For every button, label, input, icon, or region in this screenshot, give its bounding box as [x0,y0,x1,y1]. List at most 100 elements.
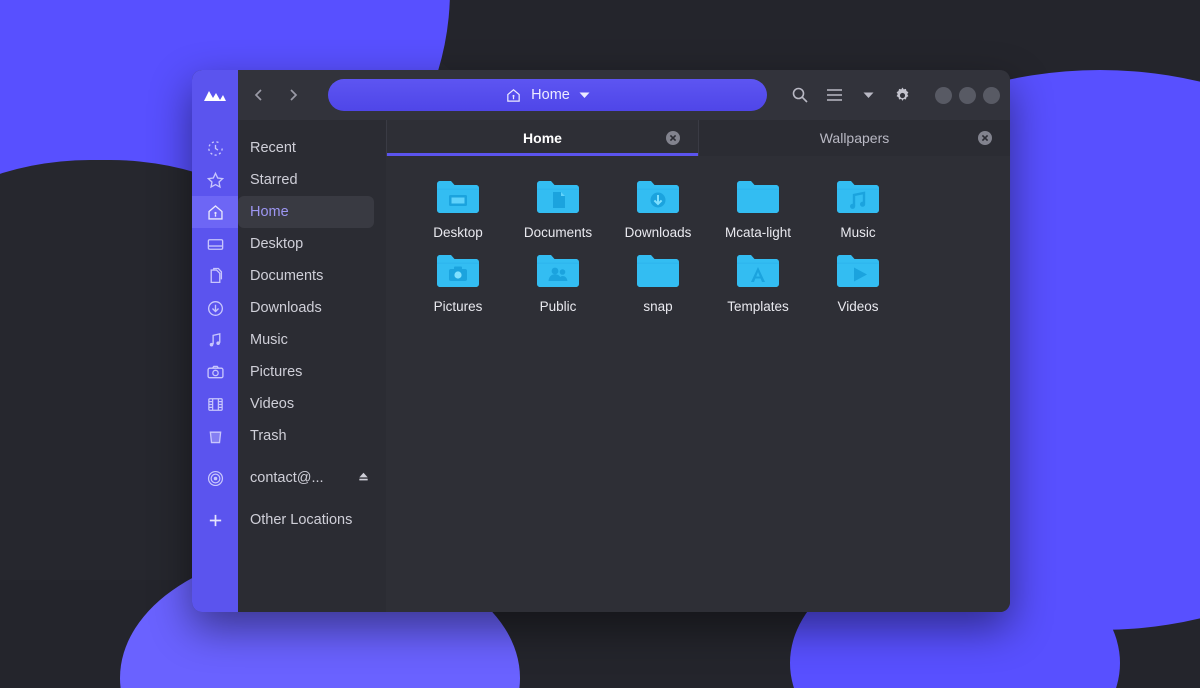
file-item[interactable]: snap [608,246,708,320]
view-options-button[interactable] [853,80,883,110]
file-item[interactable]: Downloads [608,172,708,246]
rail-item-starred[interactable] [192,164,238,196]
rail-item-trash[interactable] [192,420,238,452]
sidebar-item-trash[interactable]: Trash [238,420,386,452]
folder-icon [834,176,882,221]
file-name: Mcata-light [724,225,792,240]
rail-item-music[interactable] [192,324,238,356]
camera-icon [206,365,224,378]
sidebar-item-label: Pictures [250,364,303,380]
file-item[interactable]: Public [508,246,608,320]
sidebar-item-downloads[interactable]: Downloads [238,292,386,324]
file-item[interactable]: Templates [708,246,808,320]
minimize-button[interactable] [935,86,952,104]
app-logo [192,70,238,120]
window-controls [935,86,1000,104]
path-bar-label: Home [531,87,570,103]
folder-icon [734,176,782,221]
film-icon [207,397,223,411]
forward-button[interactable] [278,80,308,110]
tab-close-button[interactable] [978,131,992,145]
tab-home[interactable]: Home [386,120,698,156]
file-name: snap [643,299,673,314]
gear-icon [896,87,908,101]
rail-item-home[interactable] [192,196,238,228]
folder-icon [534,176,582,221]
sidebar-item-pictures[interactable]: Pictures [238,356,386,388]
back-button[interactable] [244,80,274,110]
file-name: Desktop [433,225,483,240]
settings-button[interactable] [887,80,917,110]
tab-label: Home [523,130,562,146]
icon-rail [192,120,238,612]
rail-item-desktop[interactable] [192,228,238,260]
folder-icon [434,176,482,221]
file-name: Public [539,299,577,314]
tab-bar: Home Wallpapers [386,120,1010,156]
home-icon [507,88,520,102]
file-item[interactable]: Pictures [408,246,508,320]
sidebar-item-label: contact@... [250,470,324,486]
music-note-icon [209,332,220,346]
maximize-button[interactable] [959,86,976,104]
folder-icon [634,176,682,221]
folder-icon [434,250,482,295]
eject-button[interactable] [357,470,370,487]
desktop-icon [207,238,223,250]
mountain-logo-icon [204,91,226,101]
sidebar-item-contact-mount[interactable]: contact@... [238,462,386,494]
rail-item-videos[interactable] [192,388,238,420]
sidebar-item-label: Trash [250,428,287,444]
sidebar-item-videos[interactable]: Videos [238,388,386,420]
rail-item-network[interactable] [192,462,238,494]
folder-icon [734,250,782,295]
recent-clock-icon [207,140,223,156]
chevron-down-icon [863,92,873,98]
folder-icon [534,250,582,295]
rail-item-recent[interactable] [192,132,238,164]
file-grid: Desktop Documents Downloads Mcata-light Musi… [386,156,1010,612]
rail-item-downloads[interactable] [192,292,238,324]
downloads-icon [207,300,223,316]
content-area: Home Wallpapers Desktop Documents Downlo… [386,120,1010,612]
hamburger-menu-icon [826,89,842,101]
rail-item-other-locations[interactable] [192,504,238,536]
sidebar-item-starred[interactable]: Starred [238,164,386,196]
titlebar-controls: Home [238,70,1010,120]
file-item[interactable]: Mcata-light [708,172,808,246]
sidebar-item-label: Desktop [250,236,304,252]
sidebar-item-desktop[interactable]: Desktop [238,228,386,260]
tab-wallpapers[interactable]: Wallpapers [698,120,1010,156]
titlebar: Home [192,70,1010,120]
sidebar-item-recent[interactable]: Recent [238,132,386,164]
view-list-button[interactable] [819,80,849,110]
forward-icon [290,89,298,101]
rail-item-pictures[interactable] [192,356,238,388]
network-icon [207,470,223,486]
file-item[interactable]: Music [808,172,908,246]
plus-icon [209,514,221,526]
file-item[interactable]: Documents [508,172,608,246]
sidebar-item-music[interactable]: Music [238,324,386,356]
close-button[interactable] [983,86,1000,104]
sidebar-item-documents[interactable]: Documents [238,260,386,292]
path-bar[interactable]: Home [328,79,767,111]
sidebar-item-other-locations[interactable]: Other Locations [238,504,386,536]
rail-item-documents[interactable] [192,260,238,292]
star-icon [206,171,224,188]
file-item[interactable]: Desktop [408,172,508,246]
file-name: Downloads [624,225,692,240]
search-button[interactable] [785,80,815,110]
trash-icon [209,430,221,443]
file-item[interactable]: Videos [808,246,908,320]
eject-icon [359,472,368,480]
folder-icon [634,250,682,295]
sidebar-item-home[interactable]: Home [238,196,374,228]
home-icon [207,204,223,220]
tab-close-button[interactable] [666,131,680,145]
sidebar-item-label: Videos [250,396,295,412]
close-icon [981,134,989,142]
file-name: Documents [523,225,593,240]
file-name: Music [840,225,876,240]
file-name: Templates [727,299,789,314]
